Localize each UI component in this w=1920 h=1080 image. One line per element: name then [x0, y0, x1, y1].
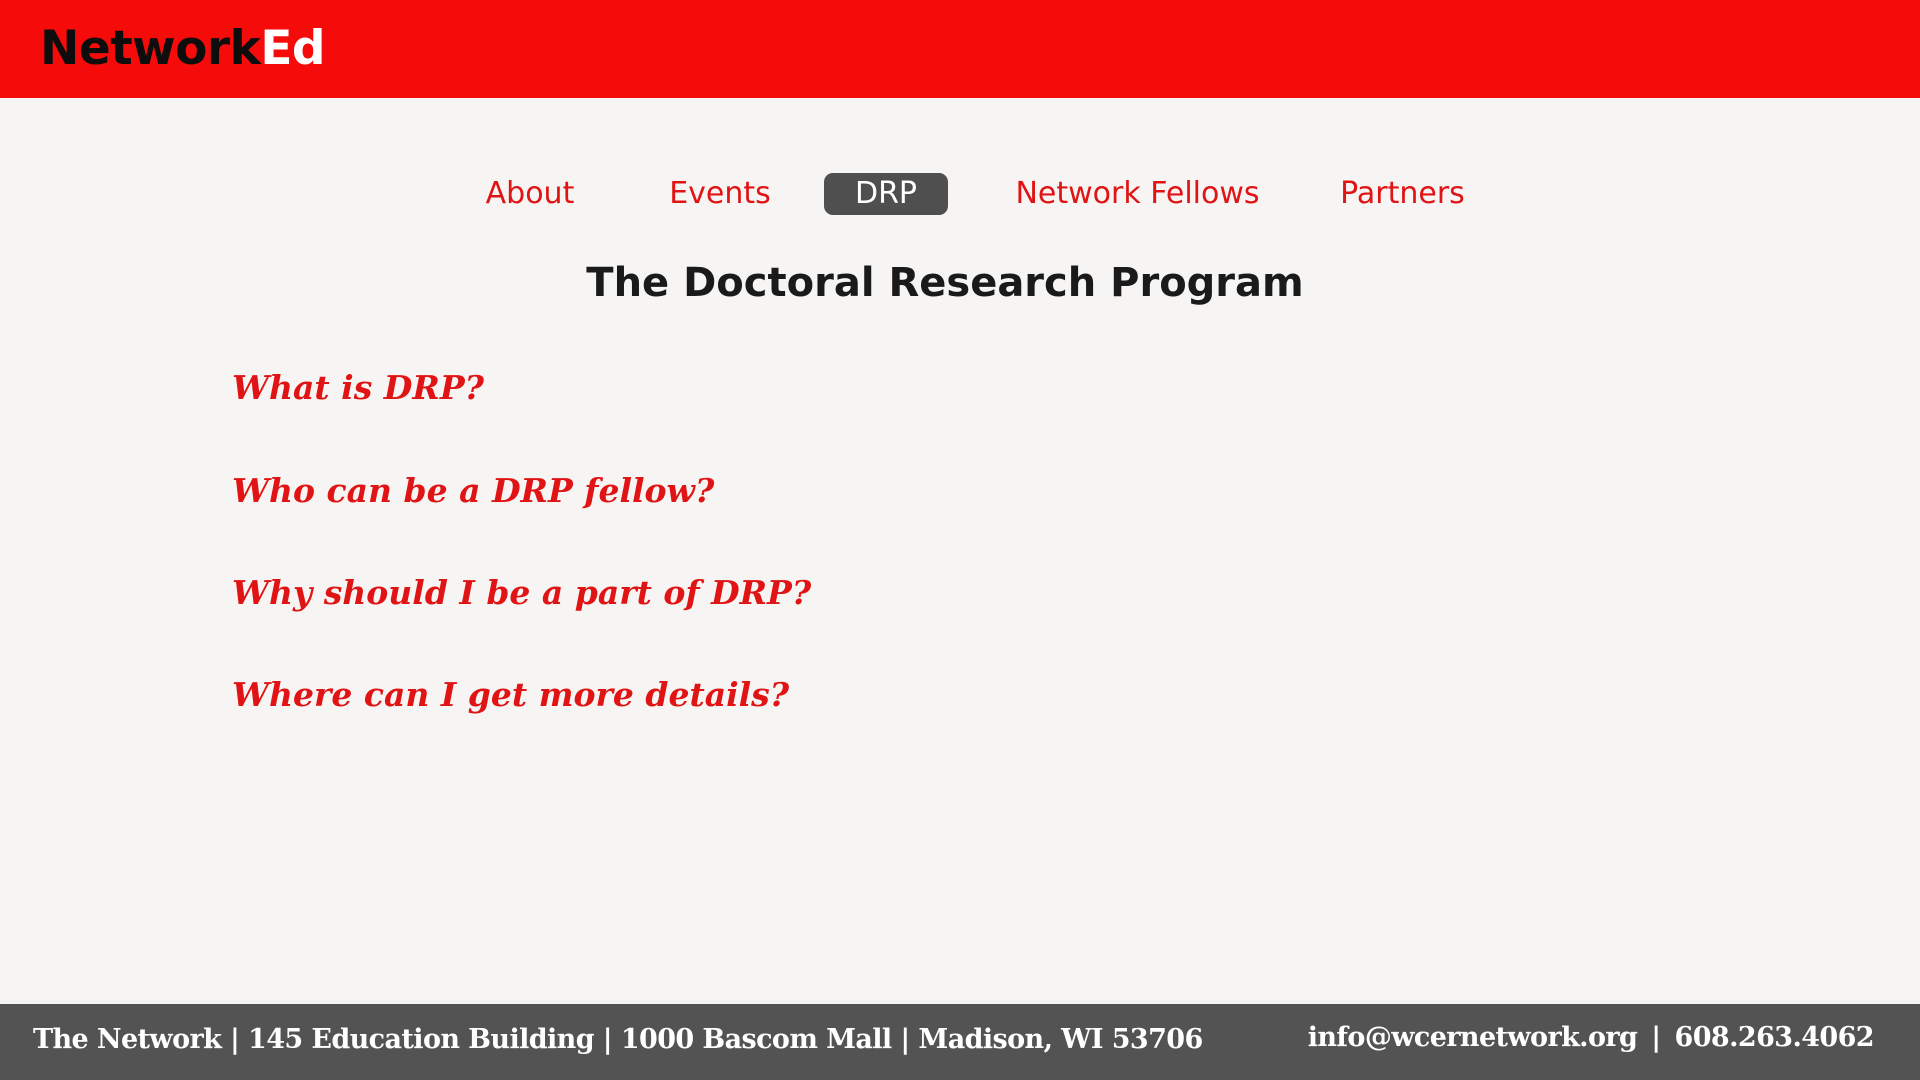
footer-contact: info@wcernetwork.org | 608.263.4062 — [1308, 1018, 1875, 1058]
nav-item-network-fellows[interactable]: Network Fellows — [1005, 173, 1270, 215]
footer-phone[interactable]: 608.263.4062 — [1675, 1022, 1875, 1053]
footer-separator: | — [1651, 1022, 1661, 1053]
footer-address: The Network | 145 Education Building | 1… — [33, 1024, 1203, 1055]
page: NetworkEd About Events DRP Network Fello… — [0, 0, 1920, 1080]
site-logo[interactable]: NetworkEd — [40, 19, 326, 79]
nav-item-partners[interactable]: Partners — [1330, 173, 1475, 215]
faq-link-why-join-drp[interactable]: Why should I be a part of DRP? — [232, 571, 811, 615]
nav-item-events[interactable]: Events — [655, 173, 785, 215]
faq-link-what-is-drp[interactable]: What is DRP? — [232, 366, 484, 410]
nav-item-drp[interactable]: DRP — [824, 173, 948, 215]
faq-link-who-can-be-fellow[interactable]: Who can be a DRP fellow? — [232, 469, 714, 513]
footer-bar: The Network | 145 Education Building | 1… — [0, 1004, 1920, 1080]
footer-email[interactable]: info@wcernetwork.org — [1308, 1022, 1638, 1053]
faq-link-more-details[interactable]: Where can I get more details? — [232, 673, 789, 717]
logo-text-network: Network — [40, 21, 261, 76]
nav-item-about[interactable]: About — [470, 173, 590, 215]
header-bar: NetworkEd — [0, 0, 1920, 98]
logo-text-ed: Ed — [260, 21, 326, 76]
main-nav: About Events DRP Network Fellows Partner… — [0, 173, 1920, 215]
page-title: The Doctoral Research Program — [586, 260, 1304, 306]
